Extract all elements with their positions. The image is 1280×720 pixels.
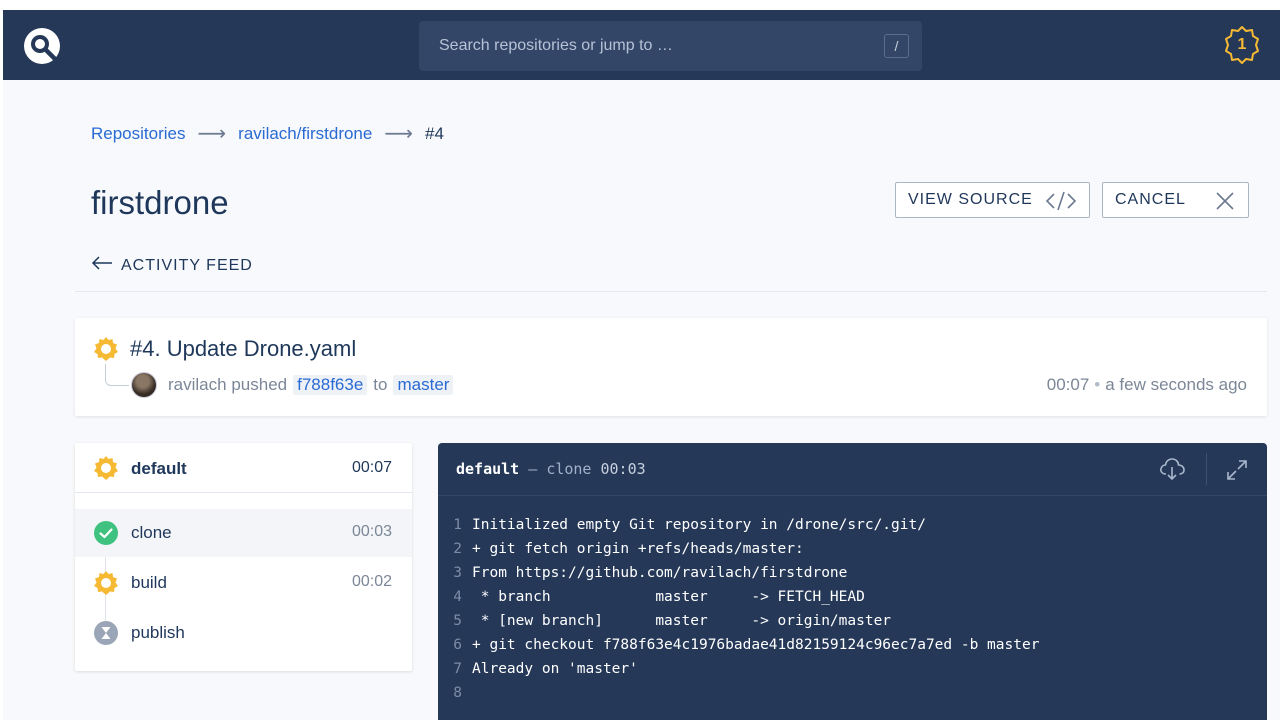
log-line: 1 Initialized empty Git repository in /dr… — [438, 513, 1039, 537]
stage-name: default — [131, 459, 187, 478]
log-viewer: default — clone 00:03 1 Initialized empty… — [438, 443, 1267, 720]
log-line: 6 + git checkout f788f63e4c1976badae41d82… — [438, 633, 1039, 657]
author-avatar — [131, 372, 157, 398]
log-stage-name: default — [456, 460, 520, 478]
build-relative-time: a few seconds ago — [1105, 375, 1247, 394]
view-source-label: VIEW SOURCE — [908, 191, 1033, 208]
log-line: 7 Already on 'master' — [438, 657, 1039, 681]
commit-to: to — [373, 375, 388, 394]
running-status-icon — [93, 455, 119, 486]
toolbar-separator — [1206, 453, 1207, 485]
back-arrow-icon — [91, 256, 113, 275]
log-line: 8 — [453, 685, 462, 701]
build-summary-card: #4. Update Drone.yaml ravilach pushed f7… — [75, 318, 1267, 416]
build-timing: 00:07 • a few seconds ago — [1047, 375, 1247, 395]
step-clone[interactable]: clone 00:03 — [75, 509, 412, 557]
log-line-text: Initialized empty Git repository in /dro… — [472, 517, 926, 533]
log-lines: 1 Initialized empty Git repository in /dr… — [438, 513, 1039, 705]
hourglass-pending-icon — [93, 620, 119, 651]
log-line: 5 * [new branch] master -> origin/master — [438, 609, 1039, 633]
log-line-text: Already on 'master' — [472, 661, 638, 677]
breadcrumb: Repositories ⟶ ravilach/firstdrone ⟶ #4 — [91, 121, 444, 146]
running-status-icon — [93, 570, 119, 601]
breadcrumb-arrow-icon: ⟶ — [384, 123, 414, 145]
log-line: 3 From https://github.com/ravilach/firstd… — [438, 561, 1039, 585]
code-icon — [1045, 190, 1077, 217]
step-name: clone — [131, 523, 172, 542]
step-name: build — [131, 573, 167, 592]
activity-feed-label: ACTIVITY FEED — [121, 256, 253, 274]
log-step-name: clone — [546, 460, 592, 478]
breadcrumb-build: #4 — [425, 123, 444, 143]
commit-author: ravilach — [168, 375, 227, 394]
tree-connector — [105, 364, 129, 386]
log-line-text: * [new branch] master -> origin/master — [472, 613, 892, 629]
divider — [75, 291, 1267, 292]
branch-link[interactable]: master — [393, 375, 454, 395]
log-line-text: * branch master -> FETCH_HEAD — [472, 589, 865, 605]
build-duration: 00:07 — [1046, 375, 1090, 394]
step-publish[interactable]: publish — [75, 609, 412, 657]
activity-feed-link[interactable]: ACTIVITY FEED — [91, 256, 253, 275]
step-duration: 00:02 — [351, 573, 392, 590]
step-duration: 00:03 — [351, 523, 392, 540]
search-bar[interactable]: Search repositories or jump to … / — [419, 21, 922, 71]
log-line: 4 * branch master -> FETCH_HEAD — [438, 585, 1039, 609]
stage-panel: default 00:07 clone 00:03 build 00:02 pu… — [75, 443, 412, 671]
commit-info: ravilach pushed f788f63e to master — [168, 375, 459, 395]
drone-logo-icon[interactable] — [23, 27, 61, 65]
breadcrumb-repositories[interactable]: Repositories — [91, 124, 186, 144]
success-check-icon — [93, 520, 119, 551]
log-title: default — clone 00:03 — [456, 460, 646, 478]
log-line: 2 + git fetch origin +refs/heads/master: — [438, 537, 1039, 561]
stage-duration: 00:07 — [351, 459, 392, 476]
log-line-text: + git checkout f788f63e4c1976badae41d821… — [472, 637, 1040, 653]
notification-count: 1 — [1237, 36, 1247, 53]
step-name: publish — [131, 623, 185, 642]
commit-sha-link[interactable]: f788f63e — [293, 375, 368, 395]
view-source-button[interactable]: VIEW SOURCE — [895, 182, 1090, 218]
log-header: default — clone 00:03 — [438, 443, 1267, 496]
close-icon — [1214, 190, 1236, 217]
expand-fullscreen-icon[interactable] — [1226, 459, 1248, 486]
log-line-text: + git fetch origin +refs/heads/master: — [472, 541, 804, 557]
build-title: #4. Update Drone.yaml — [130, 336, 357, 361]
notification-badge-icon[interactable]: 1 — [1221, 24, 1263, 66]
page-title: firstdrone — [91, 184, 229, 221]
running-status-icon — [93, 336, 119, 367]
step-build[interactable]: build 00:02 — [75, 559, 412, 607]
top-navbar: Search repositories or jump to … / 1 — [3, 10, 1280, 80]
breadcrumb-arrow-icon: ⟶ — [197, 123, 227, 145]
log-duration: 00:03 — [600, 460, 646, 478]
stage-header[interactable]: default 00:07 — [75, 443, 412, 493]
cancel-button[interactable]: CANCEL — [1102, 182, 1249, 218]
commit-action: pushed — [231, 375, 288, 394]
log-line-text: From https://github.com/ravilach/firstdr… — [472, 565, 848, 581]
breadcrumb-repository[interactable]: ravilach/firstdrone — [238, 124, 372, 144]
separator-dot: • — [1094, 375, 1101, 394]
search-shortcut-key: / — [884, 34, 909, 58]
download-cloud-icon[interactable] — [1158, 456, 1186, 487]
app-frame: Search repositories or jump to … / 1 Rep… — [3, 10, 1280, 720]
cancel-label: CANCEL — [1115, 191, 1186, 208]
search-placeholder: Search repositories or jump to … — [439, 37, 673, 54]
